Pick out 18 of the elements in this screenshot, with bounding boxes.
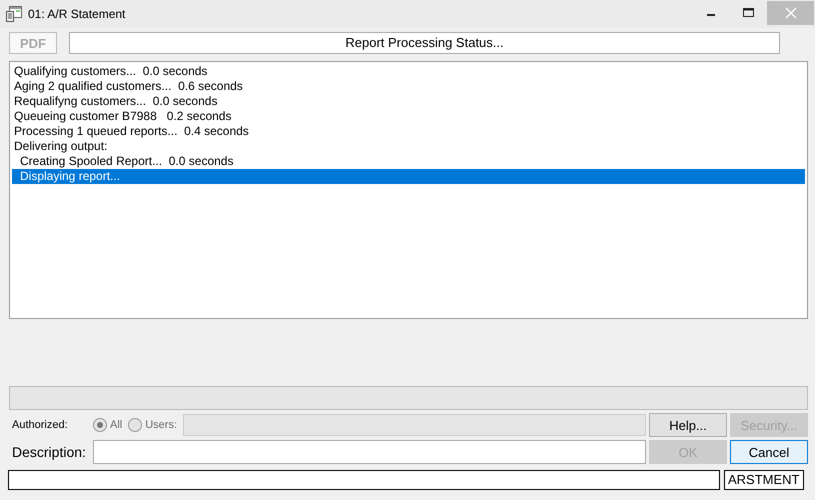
- status-code: ARSTMENT: [724, 470, 804, 490]
- log-line[interactable]: Processing 1 queued reports... 0.4 seconds: [12, 124, 805, 139]
- authorized-label: Authorized:: [12, 419, 69, 431]
- log-line[interactable]: Queueing customer B7988 0.2 seconds: [12, 109, 805, 124]
- log-line[interactable]: Creating Spooled Report... 0.0 seconds: [12, 154, 805, 169]
- status-title: Report Processing Status...: [69, 32, 780, 54]
- dialog-button[interactable]: Cancel: [730, 440, 808, 464]
- window-icon: [6, 6, 22, 22]
- log-line[interactable]: Delivering output:: [12, 139, 805, 154]
- dialog-button[interactable]: Help...: [649, 413, 727, 437]
- radio-option[interactable]: Users:: [128, 418, 178, 432]
- window-title: 01: A/R Statement: [28, 7, 126, 21]
- description-field[interactable]: [92, 440, 646, 464]
- radio-option[interactable]: All: [93, 418, 122, 432]
- log-line[interactable]: Aging 2 qualified customers... 0.6 seconds: [12, 79, 805, 94]
- log-line[interactable]: Requalifyng customers... 0.0 seconds: [12, 94, 805, 109]
- log-line[interactable]: Qualifying customers... 0.0 seconds: [12, 64, 805, 79]
- description-label: Description:: [12, 444, 86, 460]
